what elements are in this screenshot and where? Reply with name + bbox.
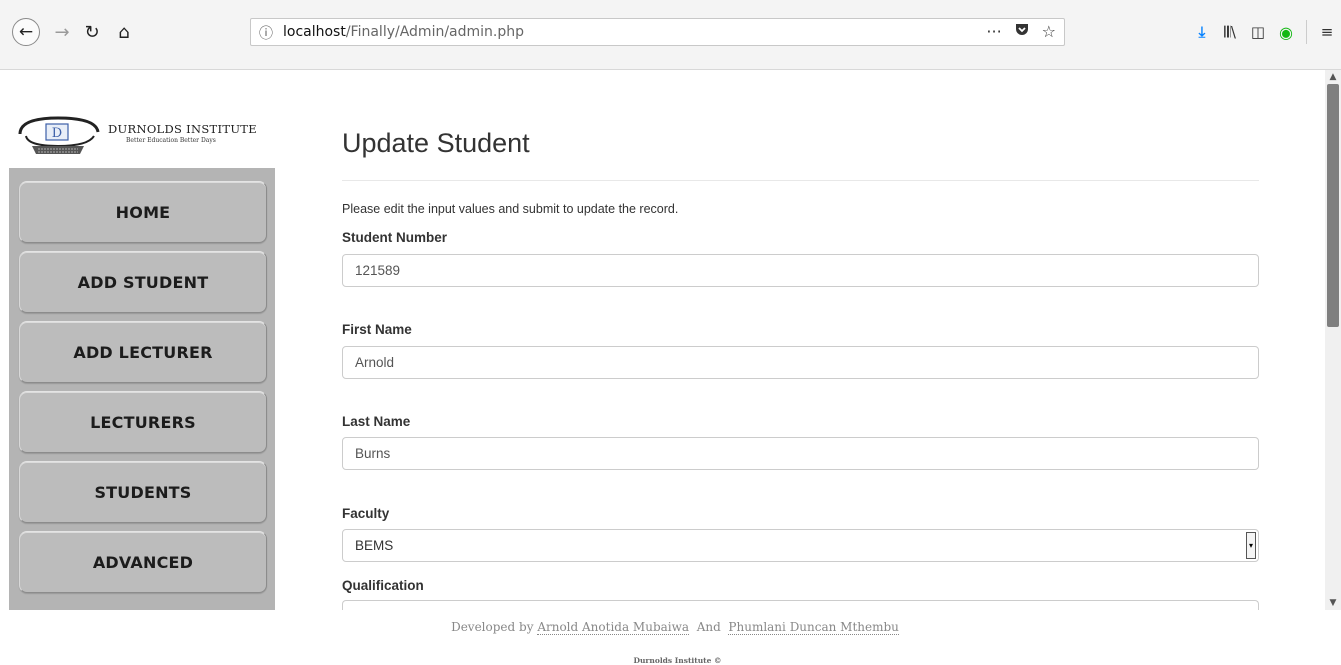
logo-mark-icon: D <box>18 116 100 154</box>
sidebar-menu: HOME ADD STUDENT ADD LECTURER LECTURERS … <box>9 168 275 610</box>
sidebar-item-students[interactable]: STUDENTS <box>19 461 267 523</box>
sidebar-item-add-student[interactable]: ADD STUDENT <box>19 251 267 313</box>
extension-icon[interactable]: ◉ <box>1272 23 1300 42</box>
footer-copyright: Durnolds Institute © <box>633 656 722 665</box>
first-name-label: First Name <box>342 322 412 337</box>
url-text[interactable]: localhost/Finally/Admin/admin.php <box>283 24 524 40</box>
reload-icon[interactable]: ↻ <box>78 18 106 46</box>
logo-name: DURNOLDS INSTITUTE <box>108 122 257 136</box>
logo-tagline: Better Education Better Days <box>126 137 216 144</box>
pocket-icon[interactable] <box>1014 22 1030 42</box>
form-instructions: Please edit the input values and submit … <box>342 202 679 216</box>
sidebar-item-advanced[interactable]: ADVANCED <box>19 531 267 593</box>
last-name-input[interactable]: Burns <box>342 437 1259 470</box>
scroll-down-arrow-icon[interactable]: ▼ <box>1325 596 1341 610</box>
site-info-icon[interactable]: ⓘ <box>259 23 273 43</box>
menu-icon[interactable]: ≡ <box>1313 23 1341 41</box>
sidebar-item-home[interactable]: HOME <box>19 181 267 243</box>
footer-developed-by: Developed by <box>451 620 534 634</box>
address-bar[interactable]: ⓘ localhost/Finally/Admin/admin.php ··· … <box>250 18 1065 46</box>
navigation-bar: ← → ↻ ⌂ ⓘ localhost/Finally/Admin/admin.… <box>0 12 1341 52</box>
student-number-input[interactable]: 121589 <box>342 254 1259 287</box>
logo-letter: D <box>52 126 62 141</box>
qualification-select[interactable] <box>342 600 1259 610</box>
back-arrow-icon[interactable]: ← <box>12 18 40 46</box>
faculty-select[interactable]: BEMS ▾ <box>342 529 1259 562</box>
url-path: /Finally/Admin/admin.php <box>345 24 525 40</box>
footer-and: And <box>696 620 721 634</box>
faculty-selected-value: BEMS <box>355 538 394 553</box>
page-scrollbar[interactable]: ▲ ▼ <box>1325 70 1341 610</box>
institute-logo: D DURNOLDS INSTITUTE Better Education Be… <box>18 110 278 160</box>
sidebar-item-lecturers[interactable]: LECTURERS <box>19 391 267 453</box>
developer-link-1[interactable]: Arnold Anotida Mubaiwa <box>537 620 690 635</box>
footer-credits: Developed by Arnold Anotida Mubaiwa And … <box>0 620 1341 635</box>
title-divider <box>342 180 1259 181</box>
qualification-label: Qualification <box>342 578 424 593</box>
url-actions: ··· ☆ <box>986 22 1056 42</box>
url-host: localhost <box>283 24 346 40</box>
scrollbar-thumb[interactable] <box>1327 84 1339 327</box>
first-name-input[interactable]: Arnold <box>342 346 1259 379</box>
last-name-label: Last Name <box>342 414 411 429</box>
download-icon[interactable]: ⤓ <box>1188 23 1216 41</box>
sidebar-item-add-lecturer[interactable]: ADD LECTURER <box>19 321 267 383</box>
home-icon[interactable]: ⌂ <box>110 18 138 46</box>
sidebar-toggle-icon[interactable]: ◫ <box>1244 23 1272 41</box>
page-actions-icon[interactable]: ··· <box>986 22 1001 42</box>
forward-arrow-icon[interactable]: → <box>48 18 76 46</box>
page-viewport: D DURNOLDS INSTITUTE Better Education Be… <box>0 70 1325 665</box>
student-number-label: Student Number <box>342 230 448 245</box>
developer-link-2[interactable]: Phumlani Duncan Mthembu <box>728 620 899 635</box>
toolbar-right: ⤓ 𝄃𝄃\ ◫ ◉ ≡ <box>1188 18 1341 46</box>
page-title: Update Student <box>342 128 530 158</box>
dropdown-arrow-icon[interactable]: ▾ <box>1246 532 1256 559</box>
library-icon[interactable]: 𝄃𝄃\ <box>1216 23 1244 41</box>
scroll-up-arrow-icon[interactable]: ▲ <box>1325 70 1341 84</box>
toolbar-separator <box>1306 20 1307 44</box>
faculty-label: Faculty <box>342 506 390 521</box>
browser-toolbar: ← → ↻ ⌂ ⓘ localhost/Finally/Admin/admin.… <box>0 0 1341 70</box>
bookmark-star-icon[interactable]: ☆ <box>1042 22 1056 42</box>
